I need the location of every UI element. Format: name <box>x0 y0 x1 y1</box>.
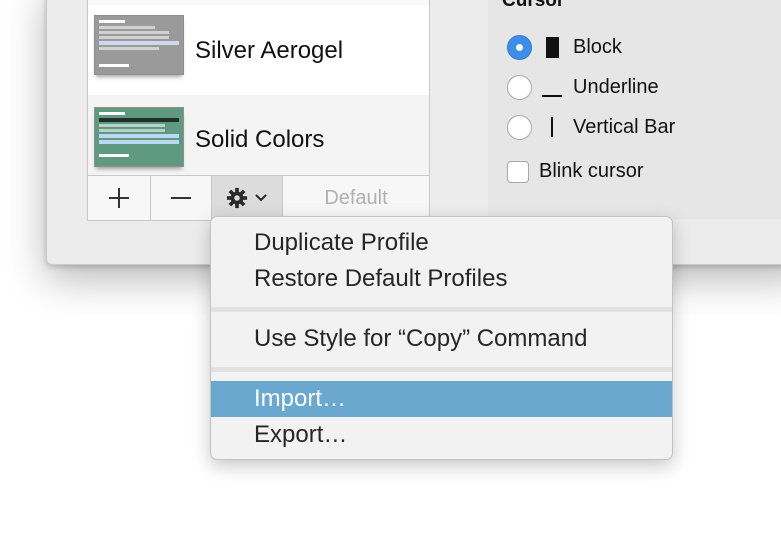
vertical-bar-label: Vertical Bar <box>573 115 676 138</box>
underline-radio[interactable] <box>507 74 532 100</box>
gear-icon <box>226 187 248 209</box>
menu-item-duplicate-profile[interactable]: Duplicate Profile <box>211 225 672 261</box>
profile-name: Solid Colors <box>195 126 325 153</box>
profile-thumbnail <box>94 107 184 167</box>
plus-icon <box>109 188 129 208</box>
vertical-bar-cursor-icon <box>541 117 563 137</box>
underline-label: Underline <box>573 75 659 98</box>
block-radio[interactable] <box>507 34 532 60</box>
cursor-section-title: Cursor <box>502 0 565 11</box>
vertical-bar-radio[interactable] <box>507 114 532 140</box>
menu-item-export[interactable]: Export… <box>211 417 672 453</box>
profile-actions-button[interactable] <box>212 176 283 220</box>
block-cursor-icon <box>541 36 563 58</box>
block-label: Block <box>573 35 622 58</box>
profile-thumbnail <box>94 15 184 75</box>
cursor-option-vertical-bar[interactable]: Vertical Bar <box>507 113 675 141</box>
profile-name: Silver Aerogel <box>195 37 344 64</box>
remove-profile-button[interactable] <box>151 176 212 220</box>
menu-item-import[interactable]: Import… <box>211 381 672 417</box>
menu-item-use-style-for-copy[interactable]: Use Style for “Copy” Command <box>211 321 672 357</box>
menu-separator <box>211 307 672 312</box>
blink-cursor-label: Blink cursor <box>539 160 644 182</box>
cursor-option-underline[interactable]: Underline <box>507 73 659 101</box>
menu-item-restore-default-profiles[interactable]: Restore Default Profiles <box>211 261 672 297</box>
chevron-down-icon <box>255 194 267 202</box>
cursor-option-block[interactable]: Block <box>507 33 622 61</box>
blink-cursor-checkbox[interactable] <box>507 160 529 183</box>
profile-list-toolbar: Default <box>87 175 430 221</box>
profile-list[interactable]: Silver Aerogel Solid Colors <box>87 0 430 176</box>
underline-cursor-icon <box>541 75 563 99</box>
menu-separator <box>211 367 672 372</box>
add-profile-button[interactable] <box>88 176 151 220</box>
default-button[interactable]: Default <box>283 176 429 220</box>
profile-actions-menu: Duplicate Profile Restore Default Profil… <box>210 216 673 460</box>
blink-cursor-option[interactable]: Blink cursor <box>507 160 643 183</box>
profile-row-silver-aerogel[interactable]: Silver Aerogel <box>88 5 429 95</box>
profile-row-solid-colors[interactable]: Solid Colors <box>88 95 429 175</box>
minus-icon <box>171 197 191 199</box>
